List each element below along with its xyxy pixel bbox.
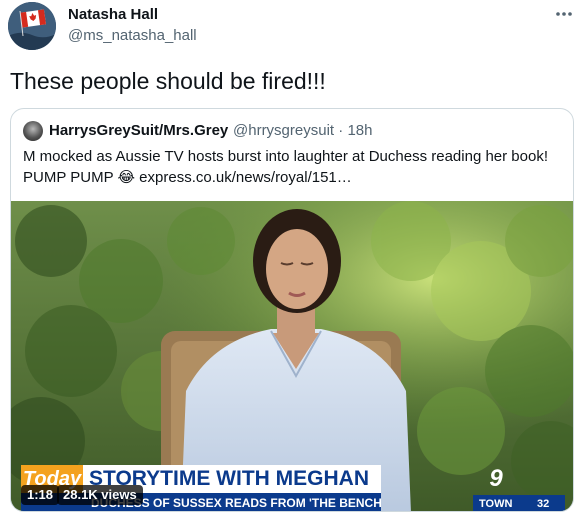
quoted-author-handle[interactable]: @hrrysgreysuit bbox=[233, 122, 334, 139]
quoted-text-line1: M mocked as Aussie TV hosts burst into l… bbox=[23, 148, 548, 165]
laughing-emoji-icon: 😂 bbox=[117, 168, 135, 186]
canada-flag-icon bbox=[8, 2, 56, 50]
town-weather-strip: TOWN 32 bbox=[473, 495, 565, 511]
video-player[interactable]: Today STORYTIME WITH MEGHAN DUCHESS OF S… bbox=[11, 201, 573, 511]
quoted-text-line2: PUMP PUMP 😂 express.co.uk/news/royal/151… bbox=[23, 167, 563, 188]
quoted-text-prefix: PUMP PUMP bbox=[23, 169, 118, 186]
quoted-author-name[interactable]: HarrysGreySuit/Mrs.Grey bbox=[49, 122, 228, 139]
quoted-timestamp[interactable]: 18h bbox=[347, 122, 372, 139]
video-views: 28.1K views bbox=[57, 485, 143, 505]
author-handle[interactable]: @ms_natasha_hall bbox=[68, 27, 197, 44]
quoted-text: M mocked as Aussie TV hosts burst into l… bbox=[23, 147, 563, 188]
town-label: TOWN bbox=[479, 498, 513, 510]
channel-logo-text: 9 bbox=[489, 465, 503, 492]
tweet: Natasha Hall @ms_natasha_hall These peop… bbox=[0, 0, 579, 513]
author-name[interactable]: Natasha Hall bbox=[68, 6, 158, 23]
author-avatar[interactable] bbox=[8, 2, 56, 50]
temp-label: 32 bbox=[537, 498, 550, 510]
channel-9-logo: 9 bbox=[477, 465, 515, 493]
quoted-author-meta: @hrrysgreysuit · 18h bbox=[233, 122, 372, 139]
more-options-icon[interactable] bbox=[554, 4, 574, 24]
meta-separator: · bbox=[338, 122, 344, 139]
tweet-text: These people should be fired!!! bbox=[10, 68, 326, 94]
quoted-tweet[interactable]: HarrysGreySuit/Mrs.Grey @hrrysgreysuit ·… bbox=[10, 108, 574, 512]
video-duration: 1:18 bbox=[21, 485, 60, 505]
quoted-link[interactable]: express.co.uk/news/royal/151… bbox=[139, 169, 352, 186]
quoted-author-avatar[interactable] bbox=[23, 121, 43, 141]
